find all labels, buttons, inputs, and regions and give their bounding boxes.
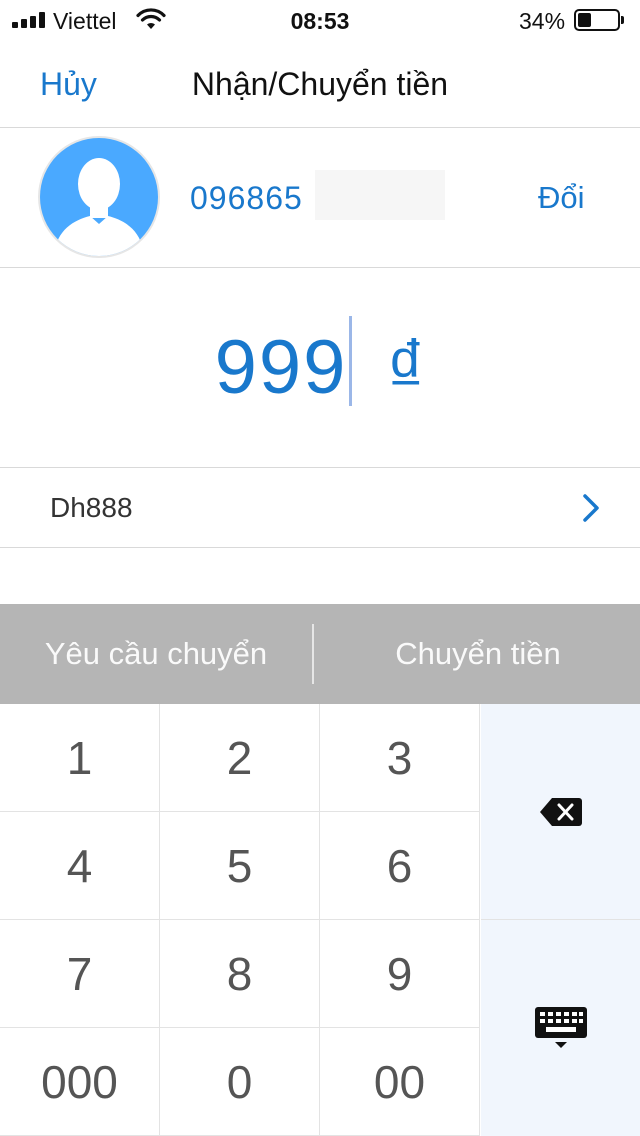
note-text: Dh888 xyxy=(50,492,133,523)
note-row[interactable]: Dh888 xyxy=(0,468,640,548)
request-transfer-button[interactable]: Yêu cầu chuyển xyxy=(0,604,312,704)
numeric-keypad: 1 2 3 4 5 6 7 8 9 000 0 00 xyxy=(0,704,640,1136)
key-1[interactable]: 1 xyxy=(0,704,160,812)
text-cursor xyxy=(349,316,353,406)
avatar xyxy=(40,138,158,256)
amount-display[interactable]: 999 ₫ xyxy=(0,268,640,468)
key-0[interactable]: 0 xyxy=(160,1028,320,1136)
backspace-key[interactable] xyxy=(481,704,640,920)
key-000[interactable]: 000 xyxy=(0,1028,160,1136)
action-bar: Yêu cầu chuyển Chuyển tiền xyxy=(0,604,640,704)
recipient-phone: 096865 xyxy=(190,180,303,216)
redacted-phone-digits xyxy=(315,170,445,220)
key-5[interactable]: 5 xyxy=(160,812,320,920)
amount-value: 999 xyxy=(214,325,348,410)
keyboard-hide-icon xyxy=(534,1007,587,1048)
key-6[interactable]: 6 xyxy=(320,812,480,920)
transfer-money-button[interactable]: Chuyển tiền xyxy=(316,604,640,704)
status-bar: Viettel 08:53 34% xyxy=(0,0,640,40)
key-00[interactable]: 00 xyxy=(320,1028,480,1136)
hide-keyboard-key[interactable] xyxy=(481,920,640,1136)
recipient-row: 096865 Đổi xyxy=(0,128,640,268)
battery-icon xyxy=(574,9,620,31)
battery-percent: 34% xyxy=(519,8,566,34)
page-title: Nhận/Chuyển tiền xyxy=(191,66,449,102)
key-4[interactable]: 4 xyxy=(0,812,160,920)
battery-tip xyxy=(621,16,624,24)
action-divider xyxy=(312,624,314,684)
change-recipient-button[interactable]: Đổi xyxy=(538,180,585,216)
key-8[interactable]: 8 xyxy=(160,920,320,1028)
currency-symbol: ₫ xyxy=(386,325,426,410)
key-2[interactable]: 2 xyxy=(160,704,320,812)
key-9[interactable]: 9 xyxy=(320,920,480,1028)
backspace-icon xyxy=(539,797,582,826)
key-7[interactable]: 7 xyxy=(0,920,160,1028)
navigation-bar: Hủy Nhận/Chuyển tiền xyxy=(0,40,640,128)
battery-level-fill xyxy=(578,13,591,27)
person-silhouette-icon xyxy=(54,158,144,256)
amount-wrap: 999 ₫ xyxy=(0,316,640,406)
key-3[interactable]: 3 xyxy=(320,704,480,812)
chevron-right-icon xyxy=(583,494,599,522)
